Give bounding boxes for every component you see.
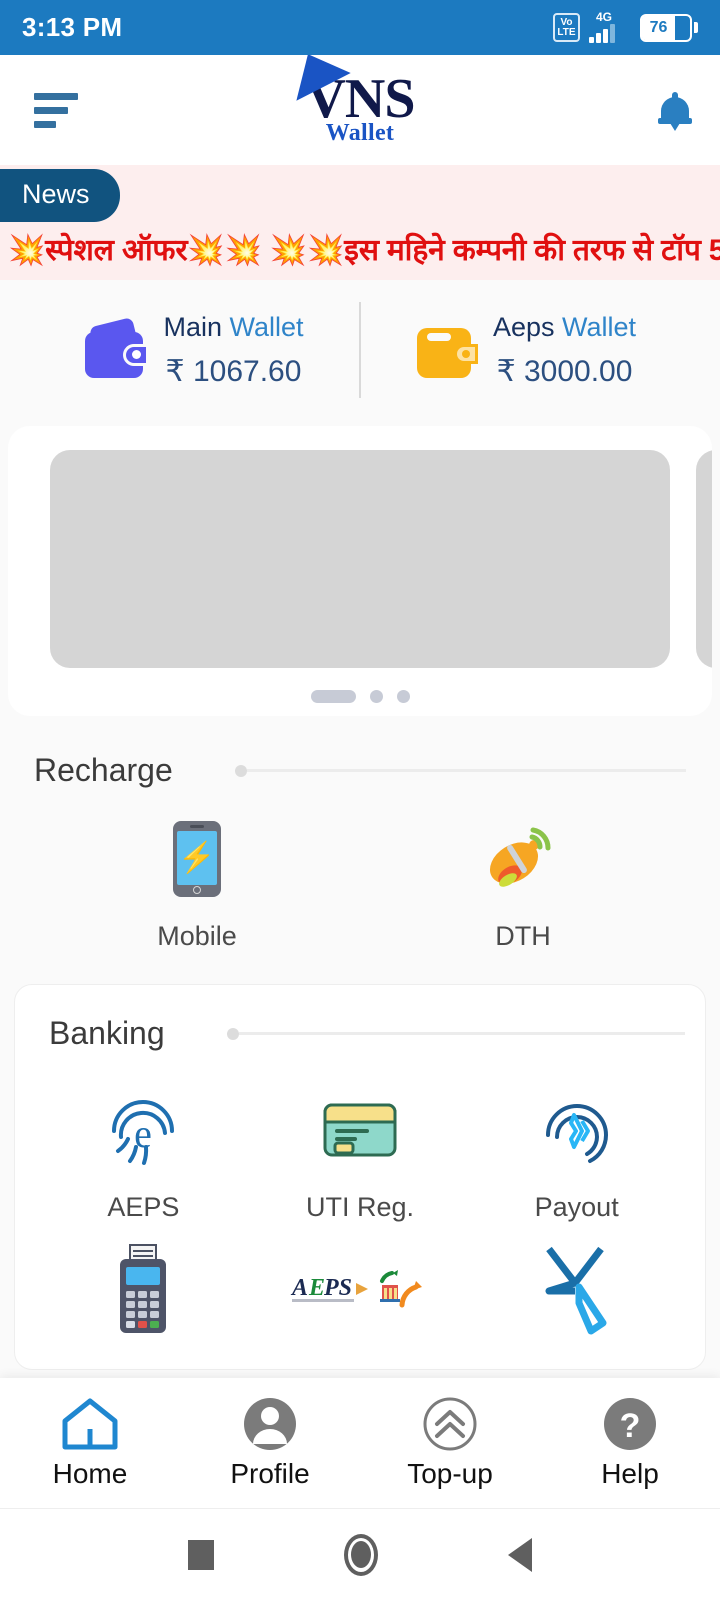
- volte-top-label: Vo: [560, 16, 573, 28]
- aeps-logo-icon: A E PS: [290, 1249, 430, 1329]
- person-icon: [242, 1396, 298, 1452]
- recharge-grid: ⚡ Mobile DTH: [34, 801, 686, 962]
- chevron-up-circle-icon: [422, 1396, 478, 1452]
- x-logo-icon: [535, 1246, 619, 1335]
- section-title-recharge: Recharge: [34, 752, 173, 788]
- main-wallet-name-first: Main: [163, 311, 230, 342]
- wallet-icon: [85, 317, 150, 378]
- tile-pos[interactable]: [35, 1244, 252, 1351]
- tile-mobile[interactable]: ⚡ Mobile: [34, 819, 360, 952]
- main-wallet-name-second: Wallet: [229, 311, 304, 342]
- aeps-wallet-name: Aeps Wallet: [493, 311, 636, 345]
- android-navigation-bar: [0, 1508, 720, 1600]
- signal-bars: [589, 23, 615, 43]
- nav-label: Profile: [230, 1458, 310, 1489]
- section-divider-dot: [234, 764, 247, 777]
- news-ticker[interactable]: News 💥स्पेशल ऑफर💥💥 💥💥इस महिने कम्पनी की …: [0, 165, 720, 280]
- carousel-slides[interactable]: [8, 450, 712, 668]
- scroll-area[interactable]: VNS Wallet News 💥स्पेशल ऑफर💥💥 💥💥इस महिने…: [0, 55, 720, 1378]
- section-title-banking: Banking: [49, 1015, 165, 1051]
- svg-text:E: E: [308, 1275, 325, 1301]
- section-divider-line: [238, 1032, 685, 1035]
- pos-terminal-icon: [106, 1244, 180, 1333]
- volte-icon: Vo LTE: [553, 13, 580, 42]
- signal-strength-icon: 4G: [589, 9, 631, 44]
- tile-label: AEPS: [107, 1192, 180, 1222]
- aeps-wallet-balance: ₹ 3000.00: [496, 355, 633, 389]
- section-divider-dot: [226, 1027, 239, 1040]
- tile-aeps-logo[interactable]: A E PS: [252, 1249, 469, 1351]
- recents-square-icon[interactable]: [188, 1539, 214, 1570]
- nav-label: Home: [52, 1458, 128, 1489]
- banking-grid-row2: A E PS: [35, 1233, 685, 1361]
- tile-label: DTH: [495, 921, 551, 951]
- satellite-dish-icon: [484, 819, 562, 899]
- network-type-label: 4G: [596, 9, 613, 24]
- carousel-dot-active[interactable]: [310, 690, 356, 703]
- wallet-summary: Main Wallet ₹ 1067.60 Aeps Wallet ₹ 3000…: [0, 280, 720, 420]
- banner-carousel[interactable]: [8, 426, 712, 716]
- mobile-recharge-icon: ⚡: [173, 819, 221, 899]
- back-triangle-icon[interactable]: [508, 1537, 532, 1572]
- main-wallet-name: Main Wallet: [163, 311, 303, 345]
- aeps-wallet-name-first: Aeps: [492, 311, 563, 342]
- tile-label: Payout: [534, 1192, 619, 1222]
- app-bar: VNS Wallet: [0, 55, 720, 165]
- news-ticker-text: 💥स्पेशल ऑफर💥💥 💥💥इस महिने कम्पनी की तरफ स…: [8, 234, 720, 267]
- nav-item-profile[interactable]: Profile: [180, 1396, 360, 1490]
- home-circle-icon[interactable]: [344, 1533, 378, 1576]
- bell-icon[interactable]: [658, 91, 692, 131]
- carousel-dot[interactable]: [396, 690, 410, 703]
- carousel-dot[interactable]: [369, 690, 383, 703]
- tile-payout[interactable]: Payout: [468, 1090, 685, 1223]
- nav-item-home[interactable]: Home: [0, 1396, 180, 1490]
- status-icons: Vo LTE 4G 76: [553, 9, 698, 44]
- app-screen: 3:13 PM Vo LTE 4G 76 VNS Wallet News 💥स्…: [0, 0, 720, 1600]
- status-bar: 3:13 PM Vo LTE 4G 76: [0, 0, 720, 55]
- card-uti-icon: [321, 1090, 399, 1170]
- nav-label: Help: [601, 1458, 659, 1489]
- banking-grid-row1: e AEPS UTI Reg. Payout: [35, 1064, 685, 1233]
- app-logo: VNS Wallet: [296, 55, 416, 147]
- fingerprint-payout-icon: [538, 1090, 616, 1170]
- carousel-slide[interactable]: [696, 450, 712, 668]
- bottom-navigation: Home Profile Top-up ? Help: [0, 1378, 720, 1508]
- banking-section: Banking e AEPS UTI Reg. Payout A E PS: [14, 984, 706, 1370]
- svg-text:?: ?: [620, 1407, 641, 1445]
- svg-text:PS: PS: [323, 1275, 352, 1301]
- hamburger-icon[interactable]: [28, 87, 84, 134]
- section-header: Recharge: [34, 716, 686, 801]
- tile-x-logo[interactable]: [468, 1246, 685, 1351]
- carousel-slide[interactable]: [50, 450, 670, 668]
- news-badge: News: [0, 169, 120, 222]
- tile-label: UTI Reg.: [305, 1192, 415, 1222]
- question-mark-icon: ?: [602, 1396, 658, 1452]
- volte-bottom-label: LTE: [557, 26, 576, 38]
- home-icon: [61, 1396, 119, 1452]
- section-header: Banking: [35, 985, 685, 1064]
- fingerprint-aeps-icon: e: [104, 1090, 182, 1170]
- battery-icon: 76: [640, 13, 698, 42]
- tile-dth[interactable]: DTH: [360, 819, 686, 952]
- wallet-icon: [415, 322, 478, 378]
- svg-text:e: e: [134, 1111, 152, 1156]
- svg-text:A: A: [290, 1275, 308, 1301]
- nav-label: Top-up: [407, 1458, 493, 1489]
- aeps-wallet-name-second: Wallet: [562, 311, 637, 342]
- status-time: 3:13 PM: [22, 12, 123, 42]
- battery-level-label: 76: [642, 15, 675, 40]
- tile-aeps[interactable]: e AEPS: [35, 1090, 252, 1223]
- section-divider-line: [246, 769, 686, 772]
- nav-item-topup[interactable]: Top-up: [360, 1396, 540, 1490]
- main-wallet[interactable]: Main Wallet ₹ 1067.60: [30, 311, 359, 390]
- tile-uti-reg[interactable]: UTI Reg.: [252, 1090, 469, 1223]
- aeps-wallet[interactable]: Aeps Wallet ₹ 3000.00: [361, 311, 690, 390]
- carousel-pagination[interactable]: [8, 690, 712, 703]
- nav-item-help[interactable]: ? Help: [540, 1396, 720, 1490]
- tile-label: Mobile: [157, 921, 237, 951]
- recharge-section: Recharge ⚡ Mobile DTH: [0, 716, 720, 962]
- main-wallet-balance: ₹ 1067.60: [165, 355, 302, 389]
